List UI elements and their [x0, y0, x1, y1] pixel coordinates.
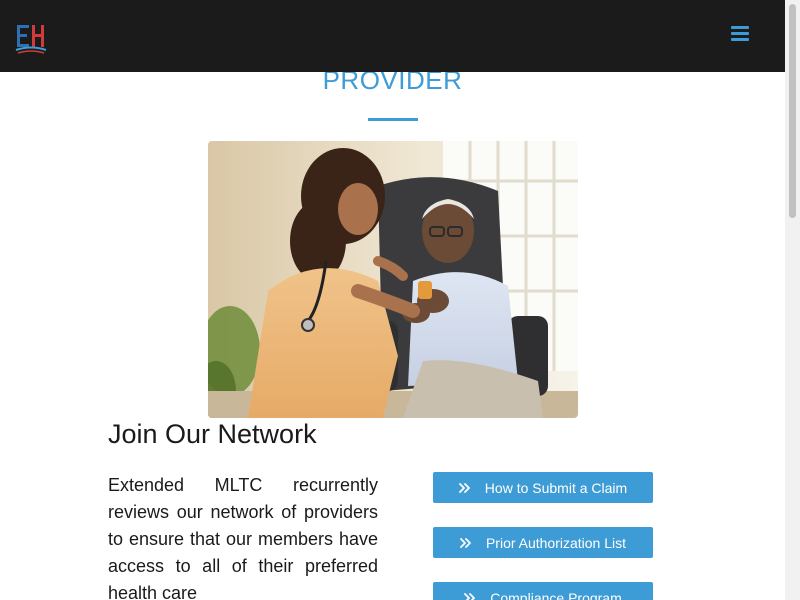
site-header: [0, 0, 785, 72]
double-chevron-right-icon: [458, 482, 470, 493]
logo-mark-icon: [15, 25, 47, 54]
button-label: Prior Authorization List: [485, 534, 627, 551]
button-label: Compliance Program: [490, 589, 622, 600]
site-logo[interactable]: [15, 22, 47, 54]
page-scrollbar[interactable]: [785, 0, 800, 600]
section-title: Join Our Network: [108, 419, 317, 449]
double-chevron-right-icon: [460, 537, 471, 548]
how-to-submit-claim-button[interactable]: How to Submit a Claim: [433, 472, 653, 503]
hamburger-menu-icon[interactable]: [731, 24, 751, 42]
nurse-with-patient-photo: [208, 141, 578, 418]
double-chevron-right-icon: [464, 592, 476, 600]
section-body-text: Extended MLTC recurrently reviews our ne…: [108, 475, 378, 600]
prior-authorization-list-button[interactable]: Prior Authorization List: [433, 527, 653, 558]
compliance-program-button[interactable]: Compliance Program: [433, 582, 653, 600]
title-underline: [368, 118, 418, 121]
button-label: How to Submit a Claim: [484, 479, 628, 496]
scrollbar-thumb[interactable]: [789, 4, 796, 218]
page: PROVIDER Join Our Network Extended MLTC …: [0, 0, 800, 600]
